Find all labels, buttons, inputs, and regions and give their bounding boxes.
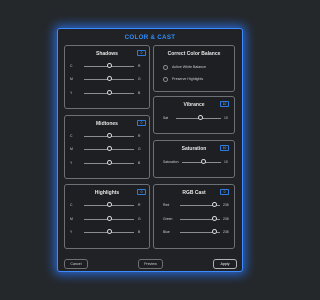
saturation-value-box[interactable]: 10 [220,145,229,151]
vibrance-slider: Sat 10 [154,114,234,122]
slider-knob[interactable] [106,90,112,96]
slider-right-label: R [138,64,141,68]
slider-right-label: B [138,161,141,165]
slider-left-label: Y [70,161,73,165]
dialog-title: COLOR & CAST [124,34,176,41]
slider-left-label: Y [70,91,73,95]
highlights-panel: Highlights 0 C R M G Y B [64,184,150,249]
rgb-cast-slider-green: Green 235 [154,215,234,223]
slider-left-label: C [70,134,73,138]
slider-left-label: C [70,64,73,68]
slider-right-label: 235 [223,230,229,234]
slider-left-label: Green [163,217,173,221]
active-white-balance-label: Active White Balance [172,65,206,69]
highlights-value-box[interactable]: 0 [137,189,146,195]
shadows-slider-y-b: Y B [65,89,149,97]
radio-button[interactable] [163,77,168,82]
slider-right-label: G [138,217,141,221]
slider-left-label: M [70,147,73,151]
slider-right-label: G [138,77,141,81]
slider-knob[interactable] [198,115,204,121]
shadows-panel: Shadows 0 C R M G Y B [64,45,150,109]
slider-right-label: 235 [223,217,229,221]
preserve-highlights-label: Preserve Highlights [172,77,204,81]
slider-knob[interactable] [106,202,112,208]
cancel-button[interactable]: Cancel [64,259,88,269]
highlights-slider-y-b: Y B [65,228,149,236]
slider-knob[interactable] [211,229,217,235]
slider-left-label: C [70,203,73,207]
slider-knob[interactable] [200,159,206,165]
highlights-slider-c-r: C R [65,201,149,209]
slider-knob[interactable] [106,76,112,82]
preview-button[interactable]: Preview [138,259,163,269]
midtones-slider-y-b: Y B [65,159,149,167]
slider-knob[interactable] [106,63,112,69]
correct-color-balance-title: Correct Color Balance [167,51,221,57]
midtones-panel: Midtones 0 C R M G Y B [64,115,150,179]
slider-knob[interactable] [106,160,112,166]
vibrance-panel: Vibrance 10 Sat 10 [153,96,235,134]
slider-left-label: Y [70,230,73,234]
midtones-value-box[interactable]: 0 [137,120,146,126]
slider-knob[interactable] [106,216,112,222]
shadows-slider-c-r: C R [65,62,149,70]
slider-right-label: 10 [224,116,228,120]
slider-right-label: R [138,203,141,207]
slider-knob[interactable] [106,229,112,235]
slider-left-label: M [70,77,73,81]
slider-left-label: Sat [163,116,169,120]
apply-button[interactable]: Apply [213,259,237,269]
correct-color-balance-panel: Correct Color Balance Active White Balan… [153,45,235,92]
slider-left-label: Red [163,203,170,207]
rgb-cast-slider-red: Red 235 [154,201,234,209]
midtones-slider-c-r: C R [65,132,149,140]
slider-right-label: 235 [223,203,229,207]
shadows-slider-m-g: M G [65,75,149,83]
preserve-highlights-option[interactable]: Preserve Highlights [163,76,233,84]
slider-right-label: B [138,230,141,234]
rgb-cast-panel: RGB Cast 0 Red 235 Green 235 Blue 235 [153,184,235,249]
highlights-slider-m-g: M G [65,215,149,223]
vibrance-value-box[interactable]: 10 [220,101,229,107]
slider-knob[interactable] [106,133,112,139]
rgb-cast-value-box[interactable]: 0 [220,189,229,195]
slider-knob[interactable] [106,146,112,152]
saturation-panel: Saturation 10 Saturation 10 [153,140,235,178]
midtones-slider-m-g: M G [65,145,149,153]
slider-right-label: G [138,147,141,151]
slider-right-label: B [138,91,141,95]
radio-button[interactable] [163,65,168,70]
slider-knob[interactable] [211,202,217,208]
shadows-value-box[interactable]: 0 [137,50,146,56]
rgb-cast-slider-blue: Blue 235 [154,228,234,236]
active-white-balance-option[interactable]: Active White Balance [163,64,233,72]
slider-right-label: R [138,134,141,138]
slider-knob[interactable] [211,216,217,222]
slider-right-label: 10 [224,160,228,164]
color-cast-dialog: COLOR & CAST Shadows 0 C R M G Y B Midto… [57,28,243,272]
slider-left-label: Saturation [163,160,179,164]
slider-left-label: M [70,217,73,221]
slider-left-label: Blue [163,230,170,234]
saturation-slider: Saturation 10 [154,158,234,166]
